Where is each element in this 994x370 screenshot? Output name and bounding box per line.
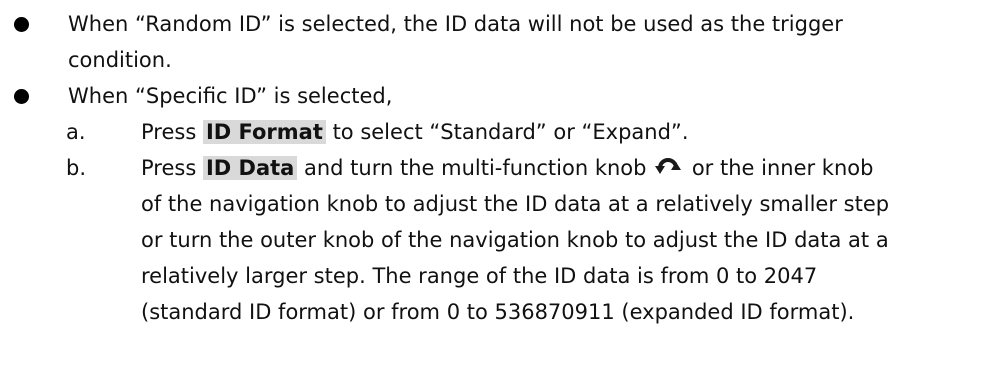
bullet-icon <box>14 89 29 104</box>
list-marker: b. <box>66 156 87 180</box>
text-line: When “Random ID” is selected, the ID dat… <box>68 12 843 36</box>
text-line: Press ID Data and turn the multi-functio… <box>141 150 987 186</box>
bullet-item-random-id: When “Random ID” is selected, the ID dat… <box>0 6 990 78</box>
text-end: or the inner knob <box>685 156 874 180</box>
bullet-icon <box>14 17 29 32</box>
id-format-key: ID Format <box>202 120 326 144</box>
list-marker: a. <box>66 120 86 144</box>
text-mid: and turn the multi-function knob <box>297 156 654 180</box>
text-prefix: Press <box>141 156 203 180</box>
text-line: or turn the outer knob of the navigation… <box>141 228 889 252</box>
id-data-key: ID Data <box>202 156 298 180</box>
text-line: Press ID Format to select “Standard” or … <box>141 114 987 150</box>
sub-item-text: Press ID Data and turn the multi-functio… <box>141 150 987 330</box>
text-line: relatively larger step. The range of the… <box>141 264 818 288</box>
text-line: of the navigation knob to adjust the ID … <box>141 192 890 216</box>
text-suffix: to select “Standard” or “Expand”. <box>325 120 689 144</box>
bullet-text: When “Specific ID” is selected, <box>68 78 986 114</box>
text-line: condition. <box>68 48 172 72</box>
multi-function-knob-icon <box>655 156 682 178</box>
sub-item-id-data: b. Press ID Data and turn the multi-func… <box>66 150 990 330</box>
text-prefix: Press <box>141 120 203 144</box>
text-line: (standard ID format) or from 0 to 536870… <box>141 300 855 324</box>
bullet-item-specific-id: When “Specific ID” is selected, <box>0 78 990 114</box>
document-page: When “Random ID” is selected, the ID dat… <box>0 0 994 370</box>
sub-item-id-format: a. Press ID Format to select “Standard” … <box>66 114 990 150</box>
sub-item-text: Press ID Format to select “Standard” or … <box>141 114 987 150</box>
bullet-text: When “Random ID” is selected, the ID dat… <box>68 6 986 78</box>
text-line: When “Specific ID” is selected, <box>68 84 393 108</box>
